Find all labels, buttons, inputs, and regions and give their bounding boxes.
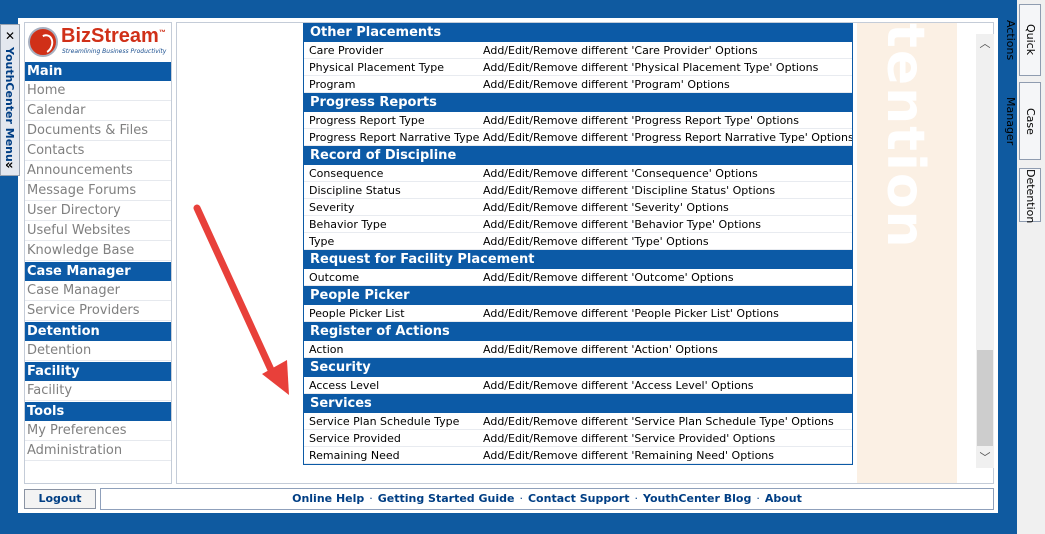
right-side-bar: Quick Actions Case Manager Detention (1004, 0, 1045, 534)
logout-button[interactable]: Logout (24, 489, 96, 509)
red-arrow-annotation (193, 204, 289, 395)
right-tab-case-manager[interactable]: Case Manager (1004, 82, 1041, 160)
footer-link-youthcenter-blog[interactable]: YouthCenter Blog (643, 492, 751, 505)
arrow-shaft (193, 204, 276, 376)
footer-links: Online Help · Getting Started Guide · Contac… (100, 488, 994, 510)
footer-separator: · (519, 492, 523, 505)
right-tab-detention[interactable]: Detention (1019, 168, 1041, 223)
footer-link-contact-support[interactable]: Contact Support (528, 492, 630, 505)
footer-link-online-help[interactable]: Online Help (292, 492, 364, 505)
footer-separator: · (634, 492, 638, 505)
footer-separator: · (369, 492, 373, 505)
footer-link-about[interactable]: About (765, 492, 802, 505)
footer-separator: · (756, 492, 760, 505)
right-tab-quick-actions[interactable]: Quick Actions (1004, 4, 1041, 76)
footer-link-getting-started-guide[interactable]: Getting Started Guide (378, 492, 515, 505)
